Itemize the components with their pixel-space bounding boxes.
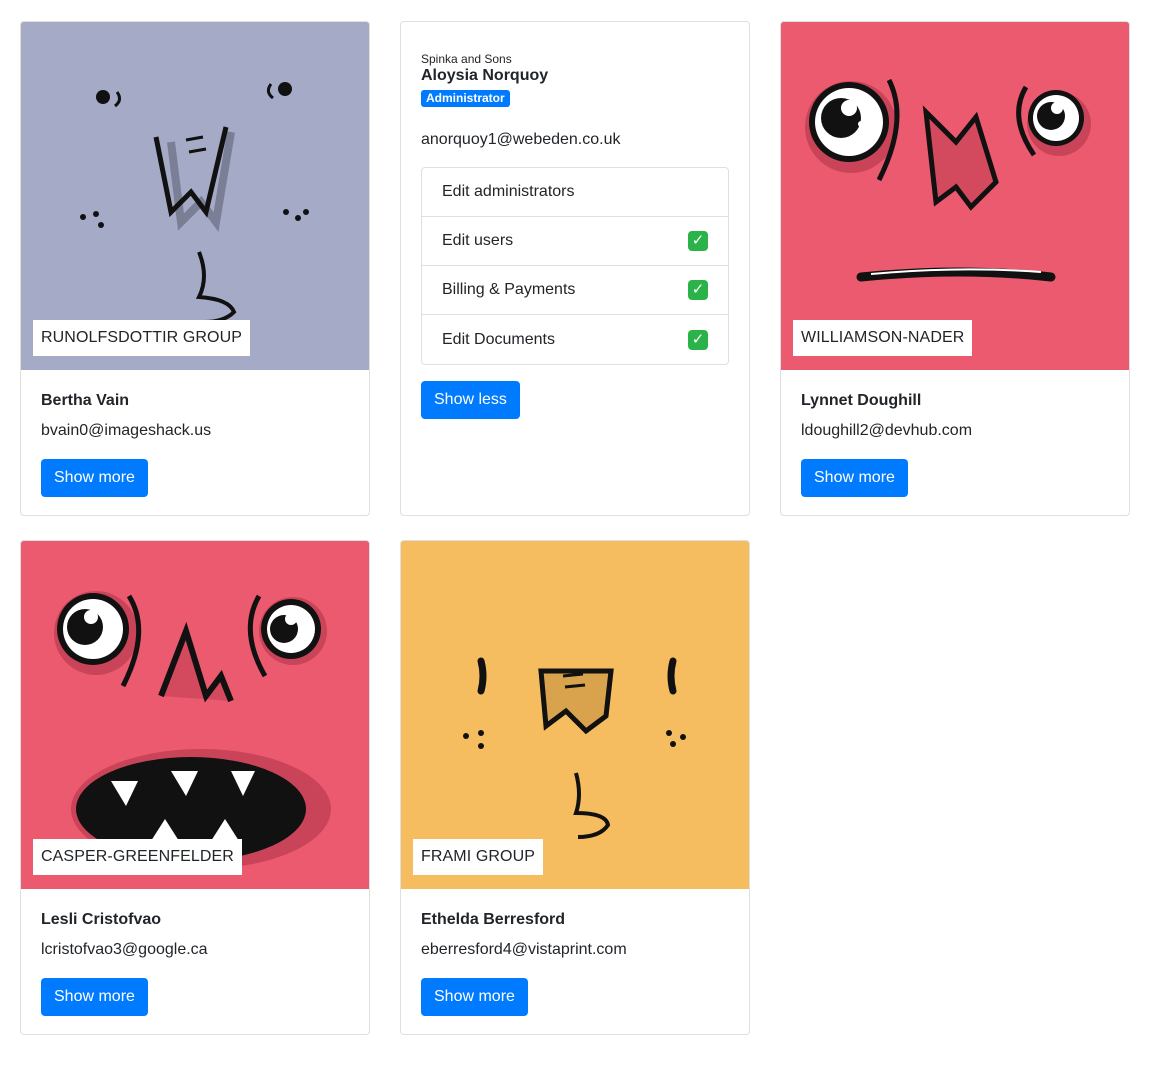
permission-list: Edit administrators Edit users ✓ Billing… — [421, 167, 729, 365]
permission-label: Edit administrators — [442, 183, 575, 200]
permission-item: Edit administrators — [422, 168, 728, 217]
user-email: lcristofvao3@google.ca — [41, 941, 208, 958]
company-name: Spinka and Sons — [421, 52, 512, 66]
user-email: bvain0@imageshack.us — [41, 422, 212, 439]
monster-face-icon — [401, 541, 749, 889]
user-name: Lynnet Doughill — [801, 392, 922, 409]
user-email: ldoughill2@devhub.com — [801, 422, 973, 439]
permission-label: Edit users — [442, 232, 514, 249]
company-tag: RUNOLFSDOTTIR GROUP — [33, 320, 251, 356]
show-more-button[interactable]: Show more — [41, 459, 148, 497]
avatar-image: WILLIAMSON-NADER — [781, 22, 1129, 370]
show-more-button[interactable]: Show more — [41, 978, 148, 1016]
avatar-image: RUNOLFSDOTTIR GROUP — [21, 22, 369, 370]
user-card: RUNOLFSDOTTIR GROUP Bertha Vain bvain0@i… — [20, 21, 370, 516]
company-tag: CASPER-GREENFELDER — [33, 839, 242, 875]
check-icon: ✓ — [688, 329, 708, 350]
user-card: WILLIAMSON-NADER Lynnet Doughill ldoughi… — [780, 21, 1130, 516]
check-icon: ✓ — [688, 280, 708, 300]
permission-item: Edit Documents ✓ — [422, 315, 728, 364]
user-name: Lesli Cristofvao — [41, 911, 162, 928]
user-name: Ethelda Berresford — [421, 911, 566, 928]
permission-label: Edit Documents — [442, 330, 555, 348]
user-card-expanded: Spinka and Sons Aloysia Norquoy Administ… — [400, 21, 750, 516]
permission-item: Edit users ✓ — [422, 217, 728, 266]
monster-face-icon — [21, 22, 369, 370]
user-email: eberresford4@vistaprint.com — [421, 941, 627, 958]
user-card: FRAMI GROUP Ethelda Berresford eberresfo… — [400, 540, 750, 1035]
user-card: CASPER-GREENFELDER Lesli Cristofvao lcri… — [20, 540, 370, 1035]
show-more-button[interactable]: Show more — [801, 459, 908, 497]
avatar-image: FRAMI GROUP — [401, 541, 749, 889]
permission-label: Billing & Payments — [442, 281, 576, 298]
avatar-image: CASPER-GREENFELDER — [21, 541, 369, 889]
user-name: Bertha Vain — [41, 392, 130, 409]
monster-face-icon — [781, 22, 1129, 370]
user-name: Aloysia Norquoy — [421, 67, 549, 84]
company-tag: FRAMI GROUP — [413, 839, 543, 875]
user-email: anorquoy1@webeden.co.uk — [421, 131, 621, 148]
company-tag: WILLIAMSON-NADER — [793, 320, 973, 356]
show-less-button[interactable]: Show less — [421, 381, 520, 419]
permission-item: Billing & Payments ✓ — [422, 266, 728, 315]
monster-face-icon — [21, 541, 369, 889]
check-icon: ✓ — [688, 231, 708, 251]
show-more-button[interactable]: Show more — [421, 978, 528, 1016]
role-badge: Administrator — [421, 90, 510, 107]
